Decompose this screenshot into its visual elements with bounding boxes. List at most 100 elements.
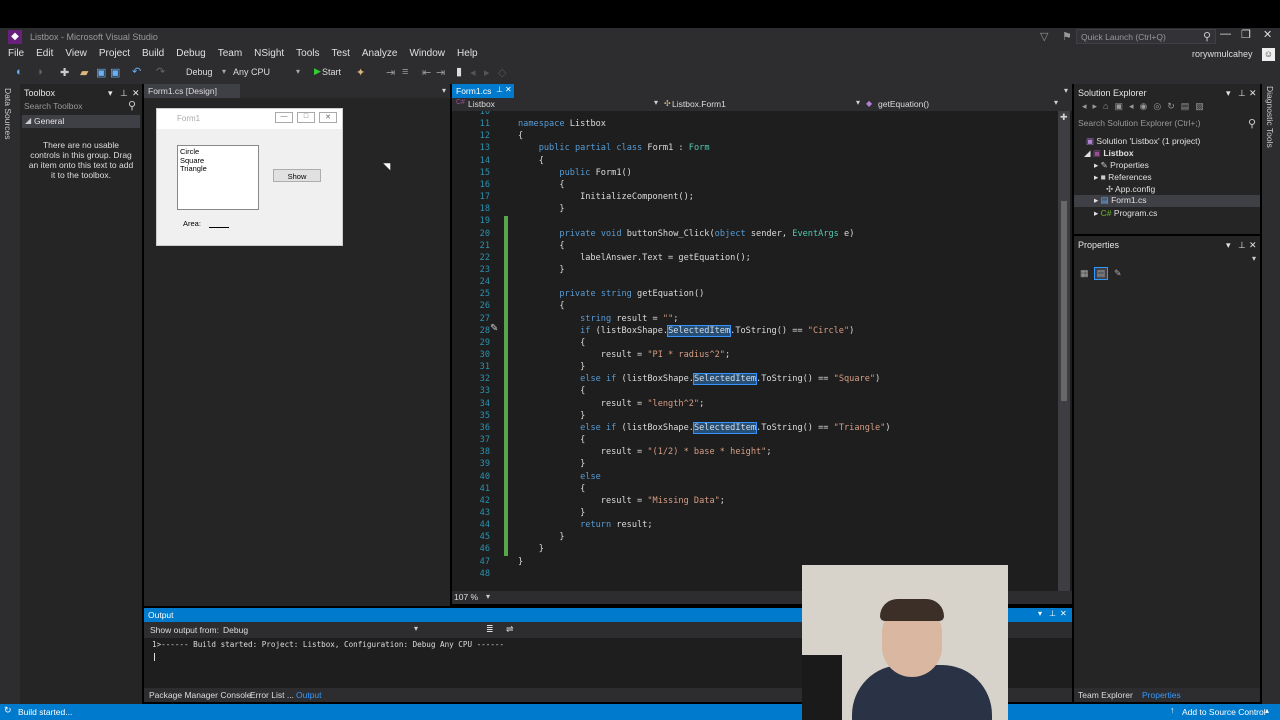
form-window[interactable]: Form1 — □ ✕ Circle Square Triangle Show … xyxy=(156,108,343,246)
close-icon[interactable]: ✕ xyxy=(1249,86,1257,100)
maximize-button[interactable]: ❐ xyxy=(1241,28,1251,41)
tree-solution[interactable]: ▣ Solution 'Listbox' (1 project) xyxy=(1086,136,1200,147)
dropdown-icon[interactable]: ▾ xyxy=(108,86,113,100)
pin-icon[interactable]: ⊥ xyxy=(1238,238,1246,252)
code-line[interactable]: { xyxy=(518,434,585,446)
close-icon[interactable]: ✕ xyxy=(505,85,512,94)
close-icon[interactable]: ✕ xyxy=(1060,609,1067,618)
data-sources-side-tab[interactable]: Data Sources xyxy=(0,84,20,704)
pin-icon[interactable]: ⊥ xyxy=(496,85,503,94)
redo-icon[interactable]: ↷ xyxy=(156,65,165,78)
dropdown-icon[interactable]: ▾ xyxy=(1226,86,1231,100)
new-project-icon[interactable]: ✚ xyxy=(60,66,69,79)
tab-output[interactable]: Output xyxy=(296,690,322,700)
minimize-button[interactable]: — xyxy=(1220,28,1231,40)
format-icon[interactable]: ≡ xyxy=(402,66,408,78)
indent-icon[interactable]: ⇤ xyxy=(422,66,431,79)
code-line[interactable]: { xyxy=(518,300,564,312)
menu-window[interactable]: Window xyxy=(403,46,451,62)
code-line[interactable]: public Form1() xyxy=(518,167,631,179)
split-icon[interactable]: ✚ xyxy=(1060,112,1068,123)
code-line[interactable]: string result = ""; xyxy=(518,313,678,325)
notification-flag-icon[interactable]: ⚑ xyxy=(1062,30,1072,43)
open-icon[interactable]: ▰ xyxy=(80,66,88,79)
code-line[interactable]: } xyxy=(518,264,564,276)
code-line[interactable]: else if (listBoxShape.SelectedItem.ToStr… xyxy=(518,421,891,434)
source-control-icon[interactable]: ↑ xyxy=(1170,705,1175,715)
menu-tools[interactable]: Tools xyxy=(290,46,325,62)
avatar[interactable]: ☺ xyxy=(1262,48,1275,61)
back-icon[interactable]: ◐ xyxy=(16,66,23,78)
code-line[interactable]: namespace Listbox xyxy=(518,118,606,130)
tree-app-config[interactable]: ✣ App.config xyxy=(1106,184,1155,195)
solution-explorer-scrollbar[interactable] xyxy=(1060,180,1070,260)
tree-references[interactable]: ▸ ■ References xyxy=(1094,172,1152,183)
show-button[interactable]: Show xyxy=(273,169,321,182)
menu-debug[interactable]: Debug xyxy=(170,46,211,62)
code-line[interactable]: { xyxy=(518,130,523,142)
nav-project-select[interactable]: C# Listbox ▾ xyxy=(454,98,660,111)
tree-properties[interactable]: ▸ ✎ Properties xyxy=(1094,160,1149,171)
bookmark-clear-icon[interactable]: ◇ xyxy=(498,66,506,79)
toolbox-search[interactable]: Search Toolbox ⚲ xyxy=(22,100,138,113)
code-editor[interactable]: 10 11 12 13 14 15 16 17 18 19 20 21 22 23 24 25 26 27 28 29… xyxy=(452,111,1072,591)
undo-icon[interactable]: ↶ xyxy=(132,65,141,78)
tab-properties[interactable]: Properties xyxy=(1142,690,1181,700)
categorized-icon[interactable]: ▦ xyxy=(1080,268,1089,279)
code-line[interactable]: { xyxy=(518,337,585,349)
code-line[interactable]: } xyxy=(518,361,585,373)
alphabetical-icon[interactable]: ▤ xyxy=(1094,267,1108,280)
code-line[interactable]: labelAnswer.Text = getEquation(); xyxy=(518,252,751,264)
code-line[interactable]: InitializeComponent(); xyxy=(518,191,694,203)
save-all-icon[interactable]: ▣ xyxy=(110,66,120,79)
menu-project[interactable]: Project xyxy=(93,46,136,62)
listbox-shape[interactable]: Circle Square Triangle xyxy=(177,145,259,210)
code-line[interactable]: { xyxy=(518,483,585,495)
step-icon[interactable]: ⇥ xyxy=(386,66,395,79)
quick-launch-input[interactable]: Quick Launch (Ctrl+Q) ⚲ xyxy=(1076,29,1216,44)
browse-icon[interactable]: ✦ xyxy=(356,66,365,79)
listbox-item[interactable]: Triangle xyxy=(180,164,256,174)
code-line[interactable]: { xyxy=(518,240,564,252)
quick-action-brush-icon[interactable]: ✎ xyxy=(490,323,498,334)
save-icon[interactable]: ▣ xyxy=(96,66,106,79)
tree-project[interactable]: ◢ ▣ Listbox xyxy=(1084,148,1134,159)
clear-output-icon[interactable]: ≣ xyxy=(486,624,494,635)
tab-dropdown-icon[interactable]: ▾ xyxy=(1064,86,1068,95)
configuration-select[interactable]: Debug ▾ xyxy=(182,65,228,80)
tab-form1-design[interactable]: Form1.cs [Design] xyxy=(144,84,240,98)
dropdown-icon[interactable]: ▾ xyxy=(1226,238,1231,252)
zoom-level[interactable]: 107 % xyxy=(454,592,478,602)
pin-icon[interactable]: ⊥ xyxy=(120,86,128,100)
code-line[interactable]: } xyxy=(518,507,585,519)
add-to-source-control[interactable]: Add to Source Control xyxy=(1182,707,1266,717)
tab-error-list[interactable]: Error List ... xyxy=(250,690,294,700)
nav-member-select[interactable]: ◆ getEquation() ▾ xyxy=(864,98,1060,111)
code-line[interactable]: { xyxy=(518,155,544,167)
tree-form1-cs[interactable]: ▸ ▤ Form1.cs xyxy=(1074,195,1260,207)
menu-edit[interactable]: Edit xyxy=(30,46,59,62)
close-icon[interactable]: ✕ xyxy=(132,86,140,100)
dropdown-icon[interactable]: ▾ xyxy=(1038,609,1042,618)
platform-select[interactable]: Any CPU ▾ xyxy=(230,65,302,80)
filter-icon[interactable]: ▽ xyxy=(1040,30,1048,43)
pin-icon[interactable]: ⊥ xyxy=(1049,609,1056,618)
code-line[interactable]: } xyxy=(518,203,564,215)
tab-dropdown-icon[interactable]: ▾ xyxy=(442,86,446,95)
menu-team[interactable]: Team xyxy=(212,46,248,62)
menu-view[interactable]: View xyxy=(59,46,93,62)
bookmark-prev-icon[interactable]: ◂ xyxy=(470,66,476,79)
code-line[interactable]: } xyxy=(518,458,585,470)
user-name[interactable]: rorywmulcahey xyxy=(1192,49,1253,59)
start-button[interactable]: ▶ Start xyxy=(312,65,352,80)
toolbox-group-general[interactable]: ◢ General xyxy=(22,115,140,128)
code-line[interactable]: { xyxy=(518,385,585,397)
bookmark-next-icon[interactable]: ▸ xyxy=(484,66,490,79)
property-pages-icon[interactable]: ✎ xyxy=(1114,268,1122,279)
code-line[interactable]: if (listBoxShape.SelectedItem.ToString()… xyxy=(518,324,854,337)
code-line[interactable]: result = "(1/2) * base * height"; xyxy=(518,446,772,458)
code-line[interactable]: } xyxy=(518,531,564,543)
properties-object-select[interactable]: ▾ xyxy=(1076,254,1258,266)
bookmark-icon[interactable]: ▮ xyxy=(456,65,462,78)
menu-test[interactable]: Test xyxy=(326,46,356,62)
